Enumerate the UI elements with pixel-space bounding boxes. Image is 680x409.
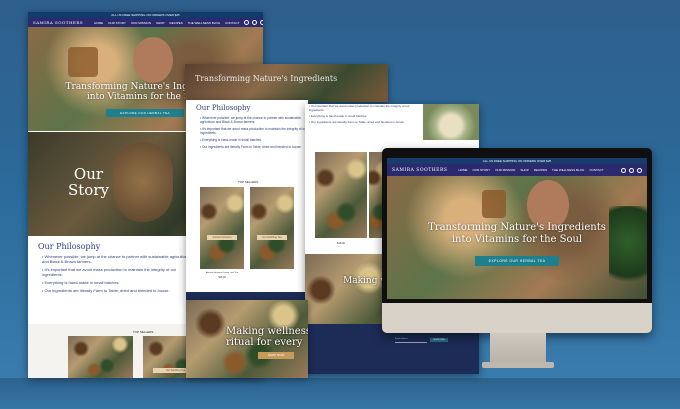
nav-item-shop[interactable]: SHOP [520, 168, 529, 172]
monitor-screen: ALL US FREE SHIPPING ON ORDERS OVER $25 … [387, 158, 647, 299]
monitor-chin [382, 303, 652, 333]
search-icon[interactable] [621, 167, 626, 173]
nav-item-recipes[interactable]: RECIPES [170, 21, 183, 25]
product-card[interactable] [315, 152, 367, 238]
nav-item-our-story[interactable]: OUR STORY [108, 21, 126, 25]
product-price: $18.00 [218, 276, 226, 279]
philosophy-continued: • It's important that we avoid mass prod… [309, 104, 419, 124]
subscribe-button[interactable]: SUBSCRIBE [430, 338, 448, 342]
nav-item-home[interactable]: HOME [94, 21, 103, 25]
nav-item-blog[interactable]: THE WELLNESS BLOG [188, 21, 220, 25]
product-card[interactable] [68, 336, 133, 378]
product-label: Gut Soothing Tea [256, 235, 288, 240]
philosophy-bullet: • Whenever possible, we jump at the chan… [200, 116, 301, 124]
shop-now-button[interactable]: SHOP NOW [258, 352, 294, 359]
site-logo[interactable]: SAMIRA SOOTHERS [392, 168, 447, 173]
product-price: $18.00 [337, 242, 345, 245]
footer-strip [186, 292, 308, 300]
reflection-floor [0, 378, 680, 409]
mockup-page-middle: Our Philosophy • Whenever possible, we j… [186, 100, 308, 300]
wellness-section: Making wellness ritual for every SHOP NO… [186, 300, 308, 378]
our-story-title: Our Story [68, 165, 109, 199]
philosophy-bullet: • Everything is hand-made in small batch… [200, 138, 262, 142]
newsletter-input[interactable]: Email address [395, 338, 427, 343]
nav-item-blog[interactable]: THE WELLNESS BLOG [552, 168, 584, 172]
explore-tea-button[interactable]: EXPLORE OUR HERBAL TEA [106, 109, 184, 117]
nav-item-recipes[interactable]: RECIPES [534, 168, 547, 172]
account-icon[interactable] [252, 20, 258, 25]
main-nav: SAMIRA SOOTHERS HOME OUR STORY OUR MISSI… [28, 18, 263, 27]
nav-item-contact[interactable]: CONTACT [589, 168, 603, 172]
philosophy-bullet: • It's important that we avoid mass prod… [200, 127, 307, 135]
hero-title: Transforming Nature's Ingredients into V… [428, 222, 606, 245]
product-card[interactable]: Ancient Infusions [200, 187, 244, 269]
nav-item-our-story[interactable]: OUR STORY [472, 168, 490, 172]
product-name: Ancient Infusions Loose Leaf Tea [205, 272, 239, 274]
tea-jar-image [113, 142, 173, 222]
plant-decor [609, 206, 647, 296]
nav-item-shop[interactable]: SHOP [156, 21, 165, 25]
top-sellers-heading: TOP SELLERS [133, 330, 154, 334]
main-nav: SAMIRA SOOTHERS HOME OUR STORY OUR MISSI… [387, 164, 647, 176]
cart-icon[interactable] [260, 20, 263, 25]
mug-icon [68, 47, 98, 77]
nav-item-our-mission[interactable]: OUR MISSION [131, 21, 151, 25]
nav-item-home[interactable]: HOME [458, 168, 467, 172]
philosophy-bullet: • It's important that we avoid mass prod… [42, 267, 177, 277]
teacup-image [423, 104, 479, 140]
mockup-page-middle-back: Transforming Nature's Ingredients [185, 64, 388, 102]
explore-tea-button[interactable]: EXPLORE OUR HERBAL TEA [475, 256, 559, 266]
philosophy-bullet: • Our ingredients are literally Farm to … [200, 145, 302, 149]
philosophy-bullet: • Our ingredients are literally Farm to … [42, 288, 170, 293]
hero-photo [133, 37, 173, 83]
cart-icon[interactable] [637, 167, 642, 173]
philosophy-list: • Whenever possible, we jump at the chan… [194, 116, 308, 152]
wellness-heading: Making wellness ritual for every [226, 326, 308, 348]
account-icon[interactable] [629, 167, 634, 173]
product-card[interactable]: Gut Soothing Tea [250, 187, 294, 269]
philosophy-heading: Our Philosophy [196, 104, 251, 112]
desktop-monitor: ALL US FREE SHIPPING ON ORDERS OVER $25 … [382, 148, 652, 333]
middle-hero-title: Transforming Nature's Ingredients [195, 74, 338, 83]
philosophy-heading: Our Philosophy [38, 242, 101, 251]
top-sellers-heading: TOP SELLERS [238, 180, 259, 184]
product-label: Ancient Infusions [206, 235, 238, 240]
hero-banner: Transforming Nature's Ingredients into V… [387, 176, 647, 299]
monitor-stand-neck [490, 333, 546, 363]
search-icon[interactable] [244, 20, 250, 25]
mug-icon [482, 190, 506, 218]
nav-item-our-mission[interactable]: OUR MISSION [495, 168, 515, 172]
monitor-stand-base [482, 362, 554, 368]
philosophy-bullet: • Whenever possible, we jump at the chan… [42, 254, 189, 264]
site-logo[interactable]: SAMIRA SOOTHERS [33, 20, 83, 25]
philosophy-bullet: • Everything is hand-made in small batch… [42, 280, 120, 285]
philosophy-list: • Whenever possible, we jump at the chan… [36, 254, 192, 296]
nav-item-contact[interactable]: CONTACT [225, 21, 239, 25]
